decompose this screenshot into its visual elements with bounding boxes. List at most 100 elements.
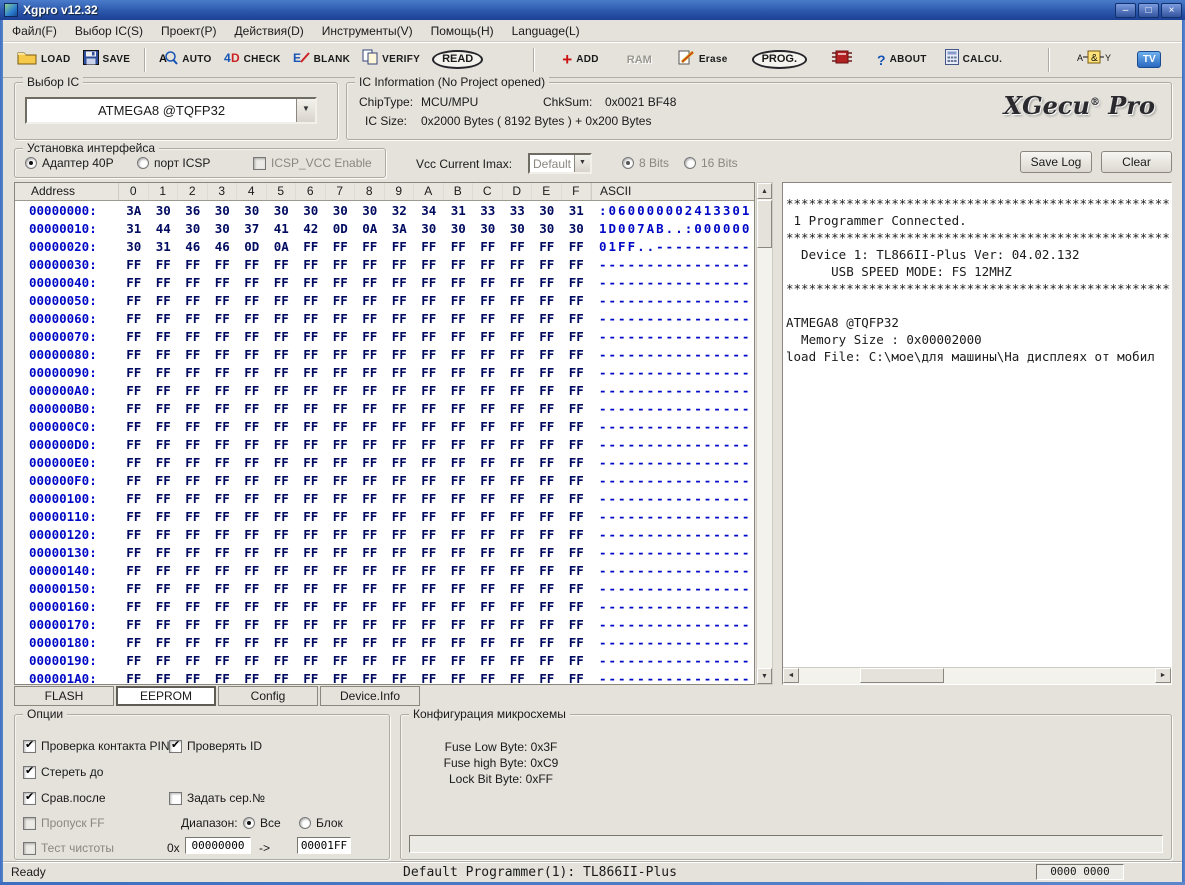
hex-ascii[interactable]: ---------------- <box>591 617 754 632</box>
hex-byte[interactable]: FF <box>355 491 385 506</box>
hex-byte[interactable]: 30 <box>267 203 297 218</box>
hex-byte[interactable]: 30 <box>149 203 179 218</box>
hex-byte[interactable]: FF <box>532 401 562 416</box>
hex-byte[interactable]: 30 <box>326 203 356 218</box>
hex-byte[interactable]: FF <box>385 311 415 326</box>
hex-byte[interactable]: FF <box>532 563 562 578</box>
tab-flash[interactable]: FLASH <box>14 686 114 706</box>
hex-byte[interactable]: FF <box>296 275 326 290</box>
hex-byte[interactable]: FF <box>385 509 415 524</box>
hex-byte[interactable]: FF <box>178 365 208 380</box>
hex-byte[interactable]: FF <box>326 401 356 416</box>
serial-number-checkbox[interactable]: Задать сер.№ <box>169 791 265 805</box>
hex-byte[interactable]: FF <box>178 563 208 578</box>
hex-byte[interactable]: FF <box>414 419 444 434</box>
hex-byte[interactable]: FF <box>503 383 533 398</box>
hex-byte[interactable]: FF <box>178 401 208 416</box>
hex-byte[interactable]: FF <box>414 599 444 614</box>
hex-byte[interactable]: FF <box>237 419 267 434</box>
hex-ascii[interactable]: ---------------- <box>591 671 754 686</box>
hex-byte[interactable]: FF <box>267 311 297 326</box>
hex-byte[interactable]: FF <box>267 509 297 524</box>
hex-byte[interactable]: FF <box>473 491 503 506</box>
hex-byte[interactable]: FF <box>178 419 208 434</box>
hex-byte[interactable]: FF <box>119 293 149 308</box>
hex-byte[interactable]: FF <box>296 653 326 668</box>
hex-byte[interactable]: FF <box>178 257 208 272</box>
save-button[interactable]: SAVE <box>81 46 133 74</box>
hex-byte[interactable]: FF <box>178 329 208 344</box>
hex-byte[interactable]: FF <box>444 293 474 308</box>
hex-byte[interactable]: FF <box>267 617 297 632</box>
hex-byte[interactable]: FF <box>503 563 533 578</box>
hex-ascii[interactable]: ---------------- <box>591 653 754 668</box>
hex-byte[interactable]: FF <box>119 275 149 290</box>
hex-byte[interactable]: FF <box>473 617 503 632</box>
hex-byte[interactable]: FF <box>326 455 356 470</box>
hex-byte[interactable]: 30 <box>444 221 474 236</box>
hex-byte[interactable]: FF <box>562 491 592 506</box>
hex-byte[interactable]: FF <box>208 455 238 470</box>
hex-byte[interactable]: FF <box>237 599 267 614</box>
hex-byte[interactable]: FF <box>267 599 297 614</box>
hex-ascii[interactable]: ---------------- <box>591 329 754 344</box>
hex-byte[interactable]: FF <box>237 455 267 470</box>
hex-byte[interactable]: FF <box>149 437 179 452</box>
hex-byte[interactable]: FF <box>149 509 179 524</box>
hex-byte[interactable]: FF <box>532 491 562 506</box>
hex-byte[interactable]: FF <box>149 563 179 578</box>
hex-byte[interactable]: FF <box>562 329 592 344</box>
hex-byte[interactable]: FF <box>119 527 149 542</box>
hex-byte[interactable]: FF <box>296 329 326 344</box>
hex-byte[interactable]: FF <box>119 653 149 668</box>
hex-byte[interactable]: FF <box>267 347 297 362</box>
hex-byte[interactable]: FF <box>237 293 267 308</box>
hex-byte[interactable]: FF <box>267 653 297 668</box>
hex-byte[interactable]: FF <box>503 293 533 308</box>
hex-byte[interactable]: 30 <box>178 221 208 236</box>
hex-vertical-scrollbar[interactable]: ▲ ▼ <box>756 182 773 685</box>
hex-byte[interactable]: FF <box>355 581 385 596</box>
hex-byte[interactable]: FF <box>473 329 503 344</box>
hex-byte[interactable]: FF <box>503 635 533 650</box>
hex-byte[interactable]: 30 <box>414 221 444 236</box>
hex-byte[interactable]: FF <box>178 275 208 290</box>
hex-byte[interactable]: FF <box>562 257 592 272</box>
hex-byte[interactable]: FF <box>414 365 444 380</box>
hex-byte[interactable]: FF <box>414 437 444 452</box>
hex-ascii[interactable]: ---------------- <box>591 383 754 398</box>
hex-byte[interactable]: FF <box>532 671 562 686</box>
hex-byte[interactable]: FF <box>119 401 149 416</box>
hex-byte[interactable]: 0D <box>237 239 267 254</box>
hex-byte[interactable]: FF <box>503 329 533 344</box>
hex-byte[interactable]: FF <box>208 437 238 452</box>
hex-byte[interactable]: FF <box>503 419 533 434</box>
hex-byte[interactable]: FF <box>208 617 238 632</box>
hex-byte[interactable]: FF <box>385 671 415 686</box>
hex-byte[interactable]: FF <box>119 347 149 362</box>
hex-byte[interactable]: FF <box>532 509 562 524</box>
hex-byte[interactable]: FF <box>385 347 415 362</box>
hex-byte[interactable]: FF <box>532 527 562 542</box>
hex-byte[interactable]: FF <box>119 257 149 272</box>
hex-byte[interactable]: FF <box>385 545 415 560</box>
hex-byte[interactable]: FF <box>178 671 208 686</box>
hex-byte[interactable]: FF <box>237 275 267 290</box>
hex-byte[interactable]: FF <box>532 293 562 308</box>
hex-byte[interactable]: FF <box>178 545 208 560</box>
hex-byte[interactable]: FF <box>444 473 474 488</box>
address-from-input[interactable] <box>185 837 251 854</box>
hex-byte[interactable]: FF <box>178 653 208 668</box>
hex-byte[interactable]: FF <box>414 545 444 560</box>
hex-byte[interactable]: FF <box>355 365 385 380</box>
hex-byte[interactable]: 3A <box>385 221 415 236</box>
hex-byte[interactable]: FF <box>444 401 474 416</box>
hex-byte[interactable]: FF <box>296 671 326 686</box>
menu-item-3[interactable]: Действия(D) <box>226 21 313 41</box>
hex-ascii[interactable]: ---------------- <box>591 545 754 560</box>
hex-byte[interactable]: FF <box>414 563 444 578</box>
hex-byte[interactable]: 46 <box>208 239 238 254</box>
hex-byte[interactable]: 32 <box>385 203 415 218</box>
hex-byte[interactable]: FF <box>326 671 356 686</box>
hex-byte[interactable]: FF <box>562 653 592 668</box>
